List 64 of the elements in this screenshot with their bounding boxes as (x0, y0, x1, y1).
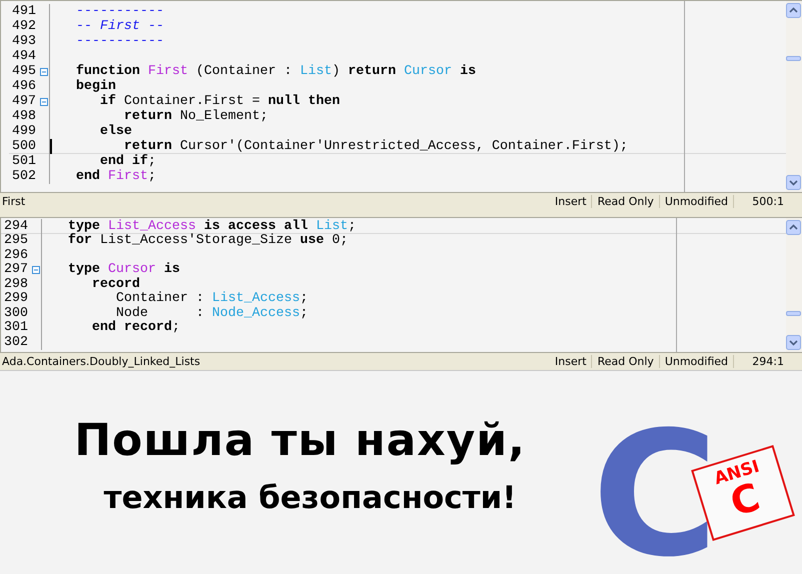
line-number: 295 (3, 233, 29, 248)
code-line: else (98, 124, 132, 139)
caption-line: Пошла ты нахуй, (74, 415, 526, 466)
code-line: return Cursor'(Container'Unrestricted_Access, Container.First); (122, 139, 628, 154)
line-number: 491 (11, 4, 37, 19)
code-line: for List_Access'Storage_Size use 0; (66, 233, 348, 248)
line-number: 294 (3, 218, 29, 234)
code-line: function First (Container : List) return Cursor is (74, 64, 476, 79)
scroll-down-button[interactable] (786, 175, 801, 190)
code-line: return No_Element; (122, 109, 268, 124)
line-number: 495 (11, 64, 37, 79)
cursor-position: 294:1 (751, 355, 785, 368)
collapse-icon[interactable] (40, 98, 48, 106)
code-line: type List_Access is access all List; (66, 218, 356, 234)
insert-mode-label: Insert (550, 355, 592, 368)
line-number: 497 (11, 94, 37, 109)
line-number: 502 (11, 169, 37, 184)
scroll-thumb[interactable] (786, 311, 801, 316)
read-only-label: Read Only (592, 355, 660, 368)
line-number: 492 (11, 19, 37, 34)
read-only-label: Read Only (592, 195, 660, 208)
code-line: Node : Node_Access; (115, 306, 308, 321)
code-line: end First; (74, 169, 156, 184)
collapse-icon[interactable] (32, 266, 40, 274)
insert-mode-label: Insert (550, 195, 592, 208)
line-number: 301 (3, 320, 29, 336)
line-number: 499 (11, 124, 37, 139)
code-line: if Container.First = null then (98, 94, 340, 109)
context-label: First (1, 195, 26, 208)
code-line: end record; (90, 320, 180, 336)
line-number: 498 (11, 109, 37, 124)
vertical-scrollbar[interactable] (786, 1, 802, 192)
code-line: end if; (98, 154, 156, 169)
code-line: ----------- (74, 4, 164, 19)
line-number: 299 (3, 291, 29, 306)
code-line: begin (74, 79, 116, 94)
collapse-icon[interactable] (40, 68, 48, 76)
caption-line: техника безопасности! (102, 480, 516, 516)
code-line: record (90, 276, 140, 292)
code-line: Container : List_Access; (114, 291, 308, 306)
cursor-position: 500:1 (751, 195, 785, 208)
vertical-scrollbar[interactable] (786, 218, 802, 352)
modified-label: Unmodified (660, 355, 734, 368)
line-number: 501 (11, 154, 37, 169)
line-number: 296 (3, 248, 29, 263)
line-number: 500 (11, 139, 37, 154)
modified-label: Unmodified (660, 195, 734, 208)
code-editor[interactable] (0, 0, 802, 193)
code-line: -- First -- (74, 19, 164, 34)
line-number: 493 (11, 34, 37, 49)
code-line: ----------- (74, 34, 164, 49)
scroll-down-button[interactable] (786, 335, 801, 350)
line-number: 302 (3, 334, 29, 350)
scroll-thumb[interactable] (786, 56, 801, 61)
line-number: 300 (3, 306, 29, 321)
line-number: 494 (11, 49, 37, 64)
context-label: Ada.Containers.Doubly_Linked_Lists (1, 355, 202, 368)
line-number: 298 (3, 276, 29, 292)
scroll-up-button[interactable] (786, 3, 801, 18)
line-number: 297 (3, 262, 29, 278)
code-editor[interactable]: 294 type List_Access is access all List; 295 for List_Access'Storage_Size use 0; 296 297 type Cursor is 298 record 299 Container : List_Access; 300 Node : Node_Access; 301 end record; 302 (0, 217, 802, 353)
scroll-up-button[interactable] (786, 220, 801, 235)
line-number: 496 (11, 79, 37, 94)
code-line: type Cursor is (66, 262, 180, 278)
